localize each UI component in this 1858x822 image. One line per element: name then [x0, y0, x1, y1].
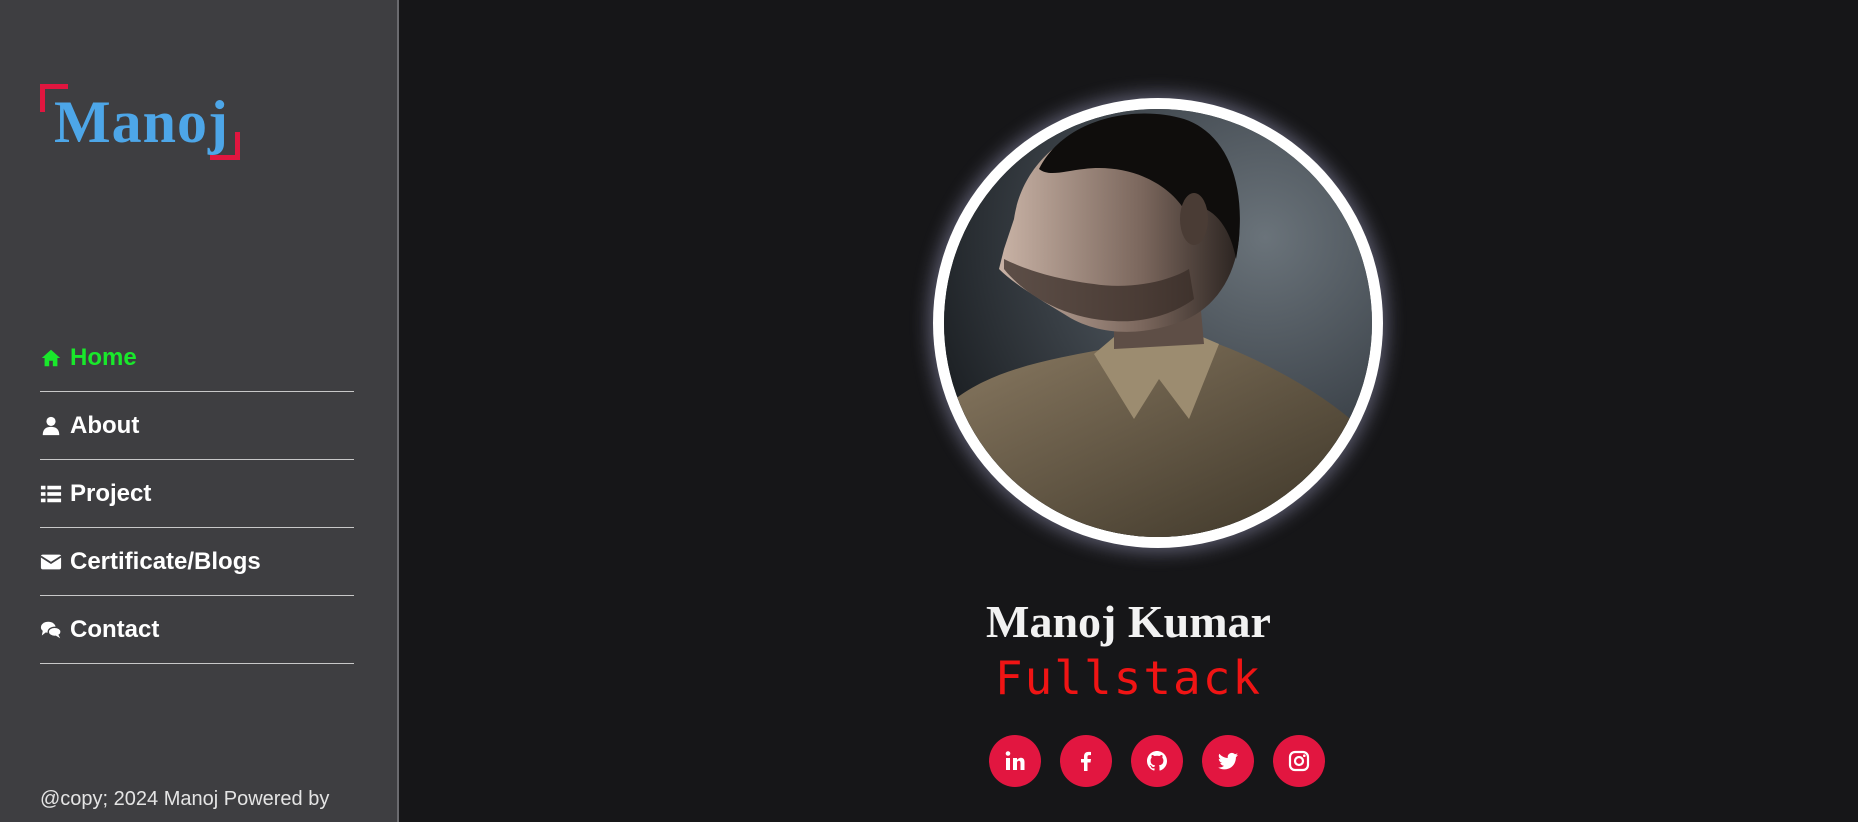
- sidebar-item-certificate-blogs[interactable]: Certificate/Blogs: [40, 528, 354, 596]
- sidebar-nav: Home About Project Certificate/Blogs Con…: [40, 324, 354, 664]
- facebook-button[interactable]: [1060, 735, 1112, 787]
- user-icon: [40, 415, 62, 437]
- sidebar-item-label: Certificate/Blogs: [70, 547, 261, 575]
- twitter-icon: [1218, 752, 1238, 770]
- sidebar-item-label: About: [70, 411, 140, 439]
- sidebar-item-contact[interactable]: Contact: [40, 596, 354, 664]
- main-content: Manoj Kumar Fullstack: [399, 0, 1858, 822]
- facebook-icon: [1081, 751, 1091, 771]
- github-button[interactable]: [1131, 735, 1183, 787]
- sidebar-item-label: Contact: [70, 615, 160, 643]
- github-icon: [1147, 751, 1167, 771]
- envelope-icon: [40, 551, 62, 573]
- chat-bubbles-icon: [40, 619, 62, 641]
- portrait-illustration: [944, 109, 1372, 537]
- linkedin-button[interactable]: [989, 735, 1041, 787]
- profile-photo: [944, 109, 1372, 537]
- sidebar-item-label: Home: [70, 343, 137, 371]
- home-icon: [40, 347, 62, 369]
- profile-name: Manoj Kumar: [986, 596, 1271, 647]
- list-icon: [40, 483, 62, 505]
- logo-corner-bottom-right: [210, 132, 240, 160]
- site-logo[interactable]: Manoj: [40, 84, 240, 160]
- instagram-icon: [1288, 750, 1310, 772]
- sidebar-item-project[interactable]: Project: [40, 460, 354, 528]
- instagram-button[interactable]: [1273, 735, 1325, 787]
- avatar-frame: [933, 98, 1383, 548]
- linkedin-icon: [1005, 751, 1025, 770]
- twitter-button[interactable]: [1202, 735, 1254, 787]
- profile-role: Fullstack: [994, 651, 1263, 705]
- social-links: [989, 735, 1325, 787]
- sidebar-item-label: Project: [70, 479, 152, 507]
- sidebar: Manoj Home About Project Certificate/Blo…: [0, 0, 399, 822]
- sidebar-item-about[interactable]: About: [40, 392, 354, 460]
- logo-text: Manoj: [54, 89, 229, 155]
- page: Manoj Home About Project Certificate/Blo…: [0, 0, 1858, 822]
- footer-copyright: @copy; 2024 Manoj Powered by: [40, 788, 330, 810]
- sidebar-item-home[interactable]: Home: [40, 324, 354, 392]
